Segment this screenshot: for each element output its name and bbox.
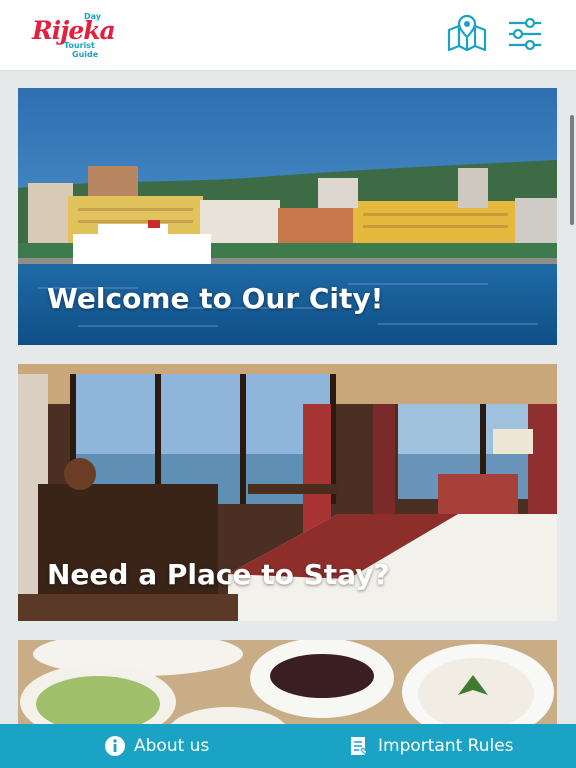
important-rules-button[interactable]: Important Rules: [348, 724, 514, 768]
logo-day: Day: [84, 12, 102, 21]
important-rules-label: Important Rules: [378, 736, 514, 756]
map-button[interactable]: [446, 14, 488, 56]
scrollbar[interactable]: [570, 115, 574, 225]
filter-button[interactable]: [504, 14, 546, 56]
welcome-card-title: Welcome to Our City!: [47, 282, 384, 315]
accommodation-card[interactable]: Need a Place to Stay?: [18, 364, 557, 621]
document-icon: [351, 737, 368, 755]
map-icon: [447, 14, 487, 52]
accommodation-card-title: Need a Place to Stay?: [47, 558, 390, 591]
info-icon: [105, 736, 125, 756]
bottom-navigation: About us Important Rules: [0, 724, 576, 768]
logo-subtitle-guide: Guide: [72, 50, 99, 59]
about-us-button[interactable]: About us: [104, 724, 209, 768]
welcome-card[interactable]: Welcome to Our City!: [18, 88, 557, 345]
app-header: Rijeka Day Tourist Guide: [0, 0, 576, 71]
rijeka-logo[interactable]: Rijeka Day Tourist Guide: [30, 10, 116, 60]
logo-subtitle-tourist: Tourist: [64, 41, 95, 50]
filter-icon: [509, 17, 541, 51]
about-us-label: About us: [134, 736, 210, 756]
